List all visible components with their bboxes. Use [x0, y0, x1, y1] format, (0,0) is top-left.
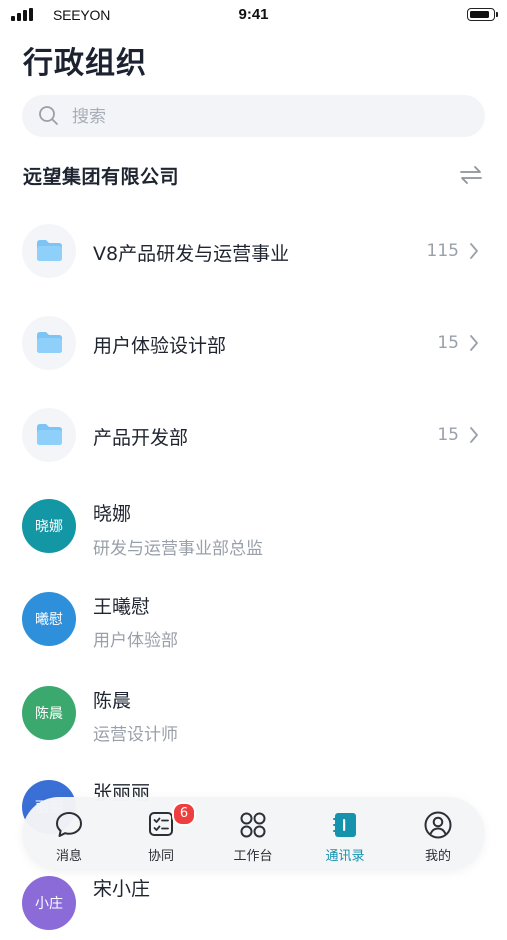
- search-icon: [39, 106, 58, 125]
- tab-label: 我的: [424, 849, 451, 864]
- person-name: 宋小庄: [93, 878, 151, 900]
- member-count: 15: [437, 333, 459, 353]
- chat-bubble-icon: [56, 812, 82, 837]
- avatar: 晓娜: [22, 499, 76, 553]
- person-row[interactable]: 晓娜 晓娜 研发与运营事业部总监: [0, 487, 507, 567]
- member-count: 15: [437, 425, 459, 445]
- tab-label: 工作台: [233, 849, 273, 864]
- switch-org-icon[interactable]: [458, 164, 484, 186]
- notification-badge: 6: [172, 802, 196, 826]
- company-name: 远望集团有限公司: [23, 166, 180, 188]
- member-count: 115: [426, 241, 459, 261]
- folder-icon: [37, 332, 62, 353]
- folder-avatar: [22, 316, 76, 370]
- person-name: 王曦慰: [93, 596, 151, 618]
- grid-circles-icon: [240, 812, 266, 838]
- folder-avatar: [22, 224, 76, 278]
- chevron-right-icon: [470, 243, 478, 259]
- tab-me[interactable]: 我的: [403, 797, 473, 871]
- department-name: 用户体验设计部: [93, 335, 227, 357]
- person-title: 运营设计师: [93, 725, 178, 745]
- contacts-book-icon: [333, 813, 356, 837]
- user-circle-icon: [424, 811, 452, 839]
- folder-avatar: [22, 408, 76, 462]
- person-row[interactable]: 小庄 宋小庄: [0, 860, 507, 940]
- department-name: 产品开发部: [93, 427, 189, 449]
- tab-label: 通讯录: [325, 849, 365, 864]
- tab-contacts[interactable]: 通讯录: [310, 797, 380, 871]
- department-row[interactable]: 用户体验设计部 15: [0, 303, 507, 383]
- status-bar: SEEYON 9:41: [0, 0, 507, 32]
- tab-workbench[interactable]: 工作台: [218, 797, 288, 871]
- tab-collaboration[interactable]: 6 协同: [126, 797, 196, 871]
- person-name: 晓娜: [93, 503, 132, 525]
- chevron-right-icon: [470, 335, 478, 351]
- folder-icon: [37, 424, 62, 445]
- battery-icon: [467, 8, 498, 21]
- tab-bar: 消息 6 协同 工作台 通讯录 我的: [22, 797, 485, 871]
- person-row[interactable]: 曦慰 王曦慰 用户体验部: [0, 580, 507, 660]
- department-row[interactable]: V8产品研发与运营事业 115: [0, 211, 507, 291]
- avatar: 陈晨: [22, 686, 76, 740]
- checklist-icon: [149, 812, 173, 836]
- chevron-right-icon: [470, 427, 478, 443]
- avatar: 小庄: [22, 876, 76, 930]
- person-title: 研发与运营事业部总监: [93, 539, 263, 559]
- person-name: 陈晨: [93, 690, 132, 712]
- folder-icon: [37, 240, 62, 261]
- person-title: 用户体验部: [93, 631, 178, 651]
- page-title: 行政组织: [23, 46, 147, 81]
- clock: 9:41: [238, 6, 269, 23]
- tab-messages[interactable]: 消息: [34, 797, 104, 871]
- tab-label: 协同: [147, 849, 174, 864]
- department-row[interactable]: 产品开发部 15: [0, 395, 507, 475]
- department-name: V8产品研发与运营事业: [93, 243, 290, 265]
- search-input[interactable]: [70, 95, 454, 139]
- person-row[interactable]: 陈晨 陈晨 运营设计师: [0, 673, 507, 753]
- search-bar[interactable]: [22, 95, 485, 139]
- tab-label: 消息: [55, 849, 82, 864]
- avatar: 曦慰: [22, 592, 76, 646]
